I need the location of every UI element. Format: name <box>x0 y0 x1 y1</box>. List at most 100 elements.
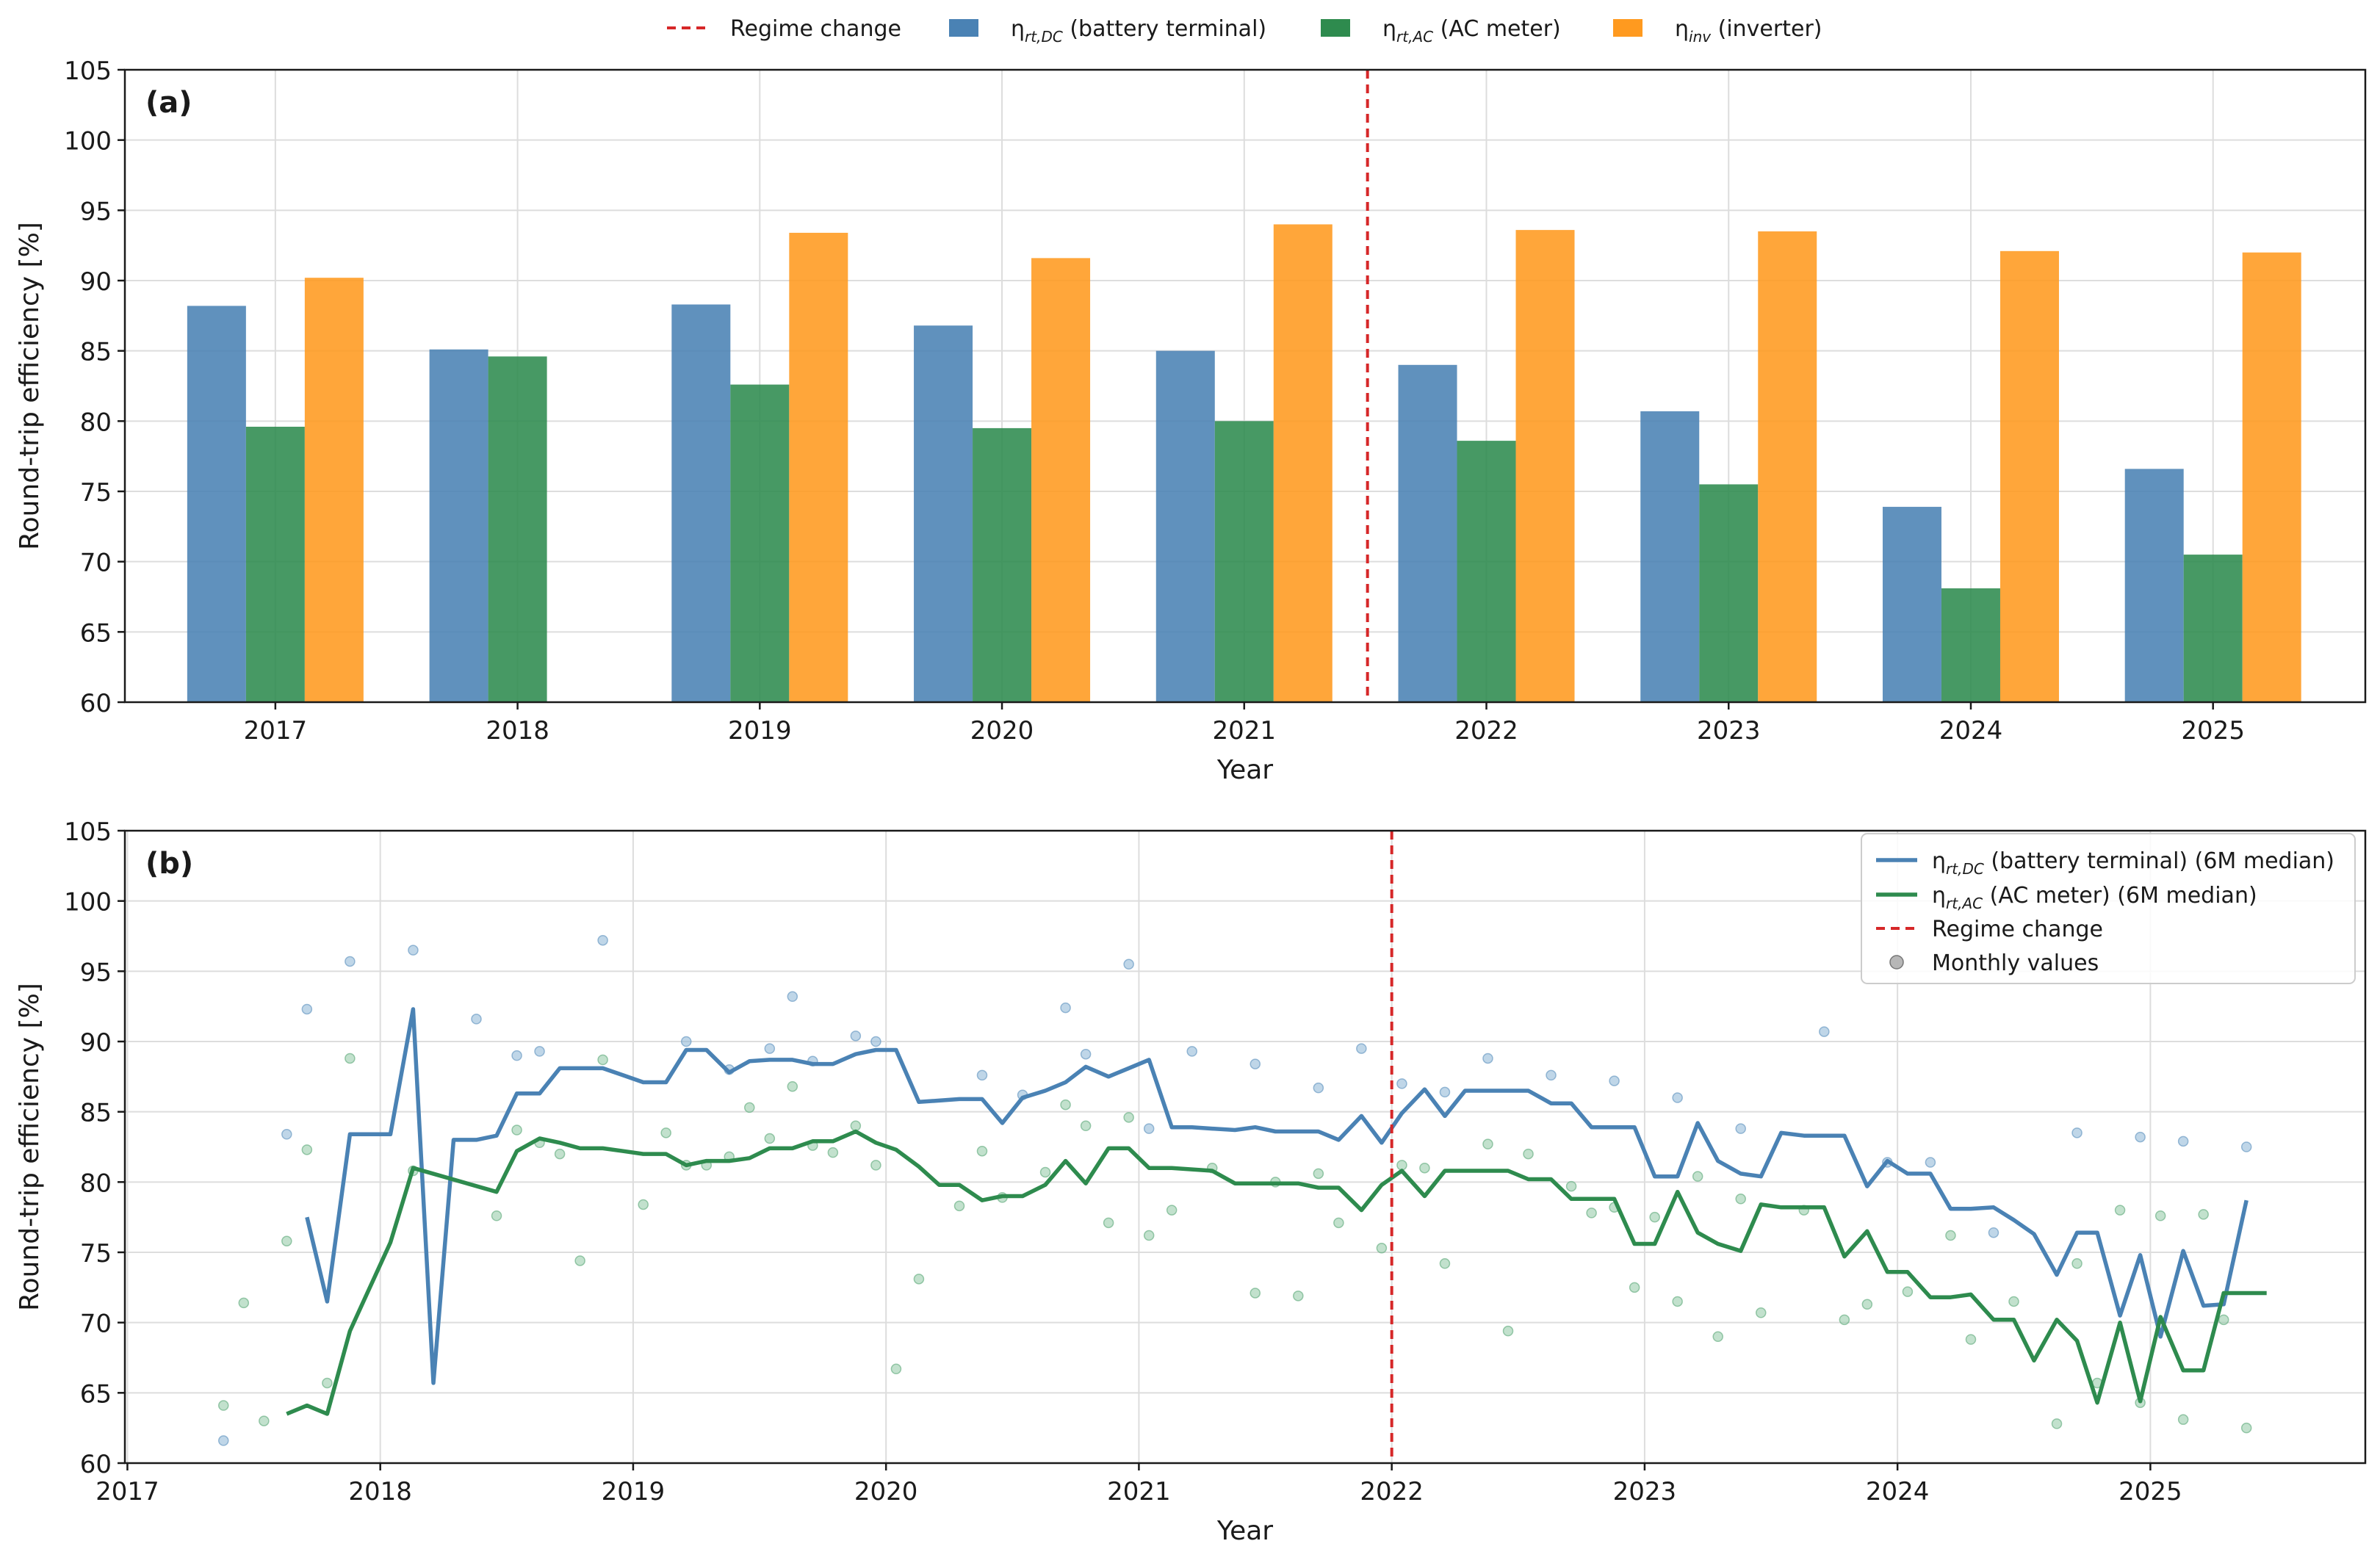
panel-b-monthly-point <box>1143 1123 1155 1134</box>
panel-b-monthly-point <box>574 1255 585 1266</box>
panel-b-y-tick-label: 95 <box>80 958 112 987</box>
panel-b-monthly-point <box>1396 1078 1407 1089</box>
panel-a-y-tick-label: 75 <box>80 478 112 508</box>
panel-b-ac-line <box>286 1129 2267 1416</box>
panel-b-monthly-point <box>1649 1211 1660 1223</box>
panel-b-monthly-point <box>345 1053 356 1064</box>
panel-a-bar-inv <box>789 232 848 702</box>
panel-b-monthly-point <box>554 1148 566 1160</box>
panel-a-x-tick-label: 2019 <box>728 716 792 746</box>
legend-b-dc-label: ηrt,DC (battery terminal) (6M median) <box>1932 848 2334 878</box>
panel-b-monthly-point <box>1123 1112 1134 1123</box>
panel-b-monthly-point <box>1735 1123 1746 1134</box>
legend-dc-label: ηrt,DC (battery terminal) <box>1011 16 1266 46</box>
panel-a-x-axis-label: Year <box>1216 755 1273 785</box>
panel-b-monthly-point <box>1861 1299 1873 1310</box>
panel-a-bar-dc <box>1640 411 1700 702</box>
panel-b-x-tick-label: 2023 <box>1613 1477 1677 1506</box>
legend-b-monthly-label: Monthly values <box>1932 950 2099 976</box>
panel-a-bar-ac <box>488 356 547 702</box>
panel-b-monthly-point <box>1333 1217 1344 1229</box>
panel-a-y-tick-label: 80 <box>80 408 112 437</box>
panel-a-bar-ac <box>1699 484 1759 702</box>
panel-b-monthly-point <box>1482 1053 1493 1064</box>
panel-b-monthly-point <box>491 1210 502 1221</box>
panel-b-monthly-point <box>1988 1227 1999 1238</box>
panel-a-bar-dc <box>1155 350 1215 702</box>
panel-a-x-tick-label: 2020 <box>970 716 1034 746</box>
panel-a-bar-inv <box>1031 258 1091 702</box>
panel-b-monthly-point <box>1123 959 1134 970</box>
panel-b-monthly-point <box>1546 1069 1557 1081</box>
panel-b-monthly-point <box>2051 1418 2063 1429</box>
panel-b-monthly-point <box>1439 1086 1451 1098</box>
panel-a-label: (a) <box>145 86 192 120</box>
panel-b-label: (b) <box>145 847 193 881</box>
legend-dc-swatch <box>949 19 978 37</box>
panel-b-x-tick-label: 2017 <box>95 1477 159 1506</box>
panel-a-x-tick-label: 2017 <box>244 716 308 746</box>
panel-b-monthly-point <box>1482 1138 1493 1149</box>
panel-b-y-axis-label: Round-trip efficiency [%] <box>15 983 45 1311</box>
panel-a-bar-inv <box>304 278 364 702</box>
panel-a-bar-inv <box>1999 250 2059 702</box>
panel-a-y-tick-label: 60 <box>80 689 112 718</box>
panel-a-y-tick-label: 70 <box>80 549 112 578</box>
legend-b-monthly-swatch <box>1889 955 1904 970</box>
panel-b-monthly-dots <box>218 934 2252 1446</box>
panel-b-monthly-point <box>2071 1127 2082 1138</box>
panel-b-x-tick-label: 2022 <box>1360 1477 1424 1506</box>
panel-b-monthly-point <box>1293 1291 1304 1302</box>
panel-b-monthly-point <box>259 1415 270 1426</box>
legend-inv-label: ηinv (inverter) <box>1675 16 1822 46</box>
panel-a-bar-ac <box>1214 421 1274 702</box>
panel-a-y-tick-label: 65 <box>80 618 112 648</box>
panel-b-monthly-point <box>1103 1217 1114 1229</box>
panel-b-monthly-point <box>1439 1258 1451 1269</box>
panel-a-bar-dc <box>187 306 246 702</box>
panel-a-y-tick-label: 100 <box>64 127 112 156</box>
panel-b-monthly-point <box>471 1014 482 1025</box>
panel-b-y-tick-label: 105 <box>64 817 112 847</box>
panel-b-monthly-point <box>660 1127 671 1138</box>
panel-b-monthly-point <box>1250 1058 1261 1069</box>
panel-b-monthly-point <box>301 1144 313 1155</box>
legend-inv-swatch <box>1613 19 1642 37</box>
panel-a-y-tick-label: 85 <box>80 338 112 367</box>
panel-a-x-tick-label: 2023 <box>1697 716 1761 746</box>
panel-b-monthly-point <box>2071 1258 2082 1269</box>
panel-a-x-tick-label: 2025 <box>2181 716 2245 746</box>
panel-b-monthly-point <box>764 1133 776 1144</box>
panel-b-monthly-point <box>1080 1120 1092 1132</box>
panel-a-bar-dc <box>914 325 973 702</box>
panel-b-monthly-point <box>2008 1296 2019 1307</box>
legend-b-regime-label: Regime change <box>1932 917 2103 942</box>
panel-b-monthly-point <box>953 1200 965 1212</box>
panel-a-y-tick-label: 105 <box>64 57 112 86</box>
panel-b-monthly-point <box>1692 1171 1703 1182</box>
panel-a-bar-inv <box>1273 224 1333 702</box>
panel-b-monthly-point <box>976 1069 988 1081</box>
panel-b-y-tick-label: 100 <box>64 888 112 917</box>
panel-a-bar-ac <box>1457 441 1516 702</box>
panel-b-monthly-point <box>744 1102 755 1113</box>
panel-b-y-ticks: 60 65 70 75 80 85 90 95 100 105 <box>64 817 125 1479</box>
panel-b-y-tick-label: 85 <box>80 1099 112 1128</box>
panel-b-monthly-point <box>1060 1099 1071 1111</box>
panel-b-monthly-point <box>238 1297 250 1309</box>
panel-b-monthly-point <box>322 1377 333 1389</box>
panel-b-x-tick-label: 2021 <box>1107 1477 1171 1506</box>
panel-b-monthly-point <box>2177 1414 2189 1425</box>
panel-b-monthly-point <box>1523 1148 1534 1160</box>
panel-b-monthly-point <box>1080 1048 1092 1060</box>
panel-b-monthly-point <box>827 1147 839 1158</box>
panel-b-monthly-point <box>1060 1002 1071 1014</box>
panel-b-x-axis-label: Year <box>1216 1516 1273 1546</box>
panel-b-x-tick-label: 2025 <box>2118 1477 2182 1506</box>
panel-b-monthly-point <box>281 1235 292 1246</box>
panel-b-monthly-point <box>281 1129 292 1140</box>
panel-b-monthly-point <box>976 1145 988 1157</box>
panel-b-x-tick-label: 2018 <box>348 1477 412 1506</box>
panel-b-x-tick-label: 2024 <box>1866 1477 1930 1506</box>
panel-b-monthly-point <box>787 991 798 1003</box>
